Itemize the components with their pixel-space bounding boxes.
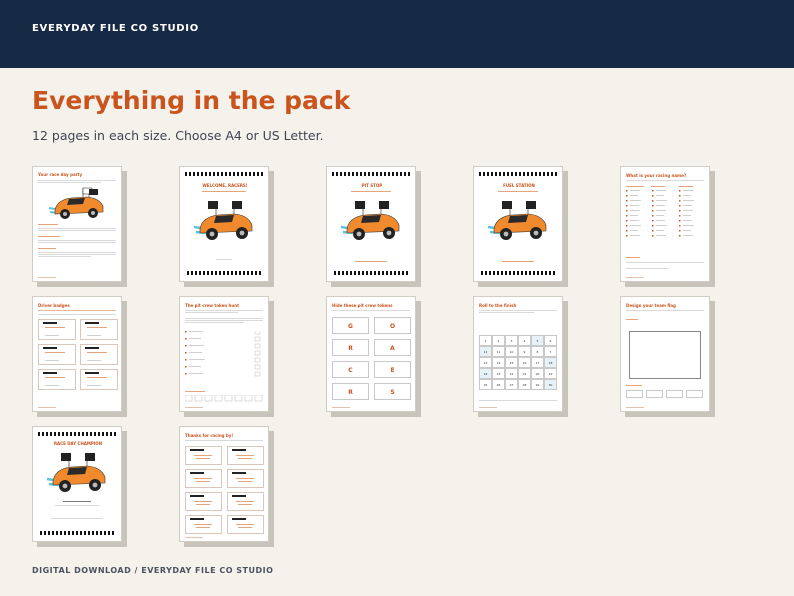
page-title: Everything in the pack xyxy=(32,86,351,115)
page-thumbnail-7[interactable]: The pit crew token hunt xyxy=(179,296,269,412)
name-list xyxy=(626,190,694,237)
top-bar: EVERYDAY FILE CO STUDIO xyxy=(0,0,794,68)
page-thumbnail-3[interactable]: PIT STOP xyxy=(326,166,416,282)
flag-drawing-area xyxy=(629,331,701,379)
token-card: R xyxy=(332,339,369,356)
token-card: O xyxy=(374,317,411,334)
page-thumbnail-2[interactable]: WELCOME, RACERS! xyxy=(179,166,269,282)
page-thumbnail-4[interactable]: FUEL STATION xyxy=(473,166,563,282)
page-thumbnail-10[interactable]: Design your team flag xyxy=(620,296,710,412)
page-thumbnail-11[interactable]: RACE DAY CHAMPION xyxy=(32,426,122,542)
page-thumbnail-1[interactable]: Your race day party xyxy=(32,166,122,282)
token-card: S xyxy=(374,383,411,400)
footer-credit: DIGITAL DOWNLOAD / EVERYDAY FILE CO STUD… xyxy=(32,566,274,575)
page-title-text: Design your team flag xyxy=(626,303,676,308)
page-title-text: WELCOME, RACERS! xyxy=(202,183,248,188)
brand-name: EVERYDAY FILE CO STUDIO xyxy=(32,23,199,34)
race-car-illustration xyxy=(48,187,104,219)
game-board: 1 2 3 4 5 6 12 11 10 9 8 7 13 14 15 16 1… xyxy=(479,335,559,395)
page-thumbnail-12[interactable]: Thanks for racing by! xyxy=(179,426,269,542)
page-title-text: The pit crew token hunt xyxy=(185,303,239,308)
page-thumbnail-6[interactable]: Driver badges xyxy=(32,296,122,412)
token-card: C xyxy=(332,361,369,378)
token-checklist xyxy=(185,331,261,377)
page-title-text: Your race day party xyxy=(38,172,83,177)
page-title-text: FUEL STATION xyxy=(503,183,535,188)
token-card: E xyxy=(374,361,411,378)
page-title-text: PIT STOP xyxy=(361,183,383,188)
page-thumbnail-9[interactable]: Roll to the finish 1 2 3 4 5 6 12 11 10 … xyxy=(473,296,563,412)
page-title-text: Hide these pit crew tokens xyxy=(332,303,393,308)
race-car-illustration xyxy=(193,201,253,240)
page-thumbnail-5[interactable]: What is your racing name? xyxy=(620,166,710,282)
token-card: A xyxy=(374,339,411,356)
token-card: R xyxy=(332,383,369,400)
page-title-text: What is your racing name? xyxy=(626,173,687,178)
page-thumbnail-8[interactable]: Hide these pit crew tokens G O R A C E R… xyxy=(326,296,416,412)
race-car-illustration xyxy=(340,201,400,240)
token-card: G xyxy=(332,317,369,334)
page-title-text: Roll to the finish xyxy=(479,303,517,308)
race-car-illustration xyxy=(487,201,547,240)
race-car-illustration xyxy=(46,453,106,492)
page-title-text: RACE DAY CHAMPION xyxy=(53,441,103,446)
page-subtitle: 12 pages in each size. Choose A4 or US L… xyxy=(32,128,324,143)
